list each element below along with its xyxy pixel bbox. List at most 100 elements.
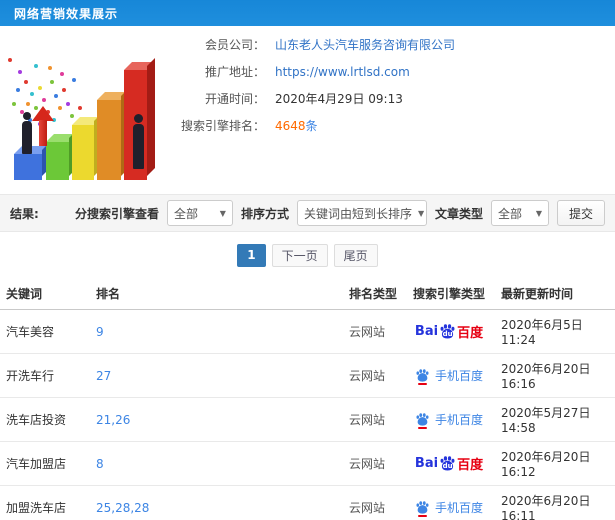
promo-url-link[interactable]: https://www.lrtlsd.com <box>275 65 410 79</box>
sort-value: 关键词由短到长排序 <box>303 206 412 221</box>
rank-cell: 21,26 <box>90 397 343 442</box>
engine-cell: Baidu百度 手机百度 <box>403 485 495 520</box>
header-rank-type: 排名类型 <box>343 278 403 310</box>
bar-yellow <box>72 113 102 180</box>
header-updated: 最新更新时间 <box>495 278 615 310</box>
growth-arrow-icon <box>32 106 54 146</box>
keyword-cell: 开洗车行 <box>0 353 90 398</box>
mobile-baidu-paw-icon <box>415 369 430 385</box>
company-info-section: 会员公司： 山东老人头汽车服务咨询有限公司 推广地址： https://www.… <box>0 26 615 194</box>
promo-url-label: 推广地址： <box>204 65 265 79</box>
baidu-paw-icon: du <box>439 324 456 339</box>
engine-cell: Baidu百度 手机百度 <box>403 441 495 486</box>
baidu-du-text: du <box>442 330 453 338</box>
keyword-cell: 汽车美容 <box>0 309 90 354</box>
baidu-logo: Bai du 百度 <box>414 456 484 473</box>
updated-cell: 2020年6月20日 16:16 <box>495 353 615 398</box>
engine-rank-value: 4648条 <box>275 117 318 134</box>
next-page-button[interactable]: 下一页 <box>271 243 328 267</box>
mobile-baidu-logo: 手机百度 <box>415 367 483 385</box>
last-page-button[interactable]: 尾页 <box>333 243 378 267</box>
chevron-down-icon: ▼ <box>219 208 226 218</box>
bar-blue <box>14 142 50 180</box>
sort-label: 排序方式 <box>240 206 289 221</box>
rank-cell: 25,28,28 <box>90 485 343 520</box>
header-keyword: 关键词 <box>0 278 90 310</box>
engine-filter-value: 全部 <box>173 206 198 221</box>
updated-cell: 2020年6月20日 16:12 <box>495 441 615 486</box>
rank-link[interactable]: 9 <box>96 325 104 339</box>
engine-cell: Baidu百度 手机百度 <box>403 353 495 398</box>
businessman-figure-right <box>130 114 147 170</box>
member-company-label: 会员公司： <box>204 38 265 52</box>
rank-link[interactable]: 8 <box>96 457 104 471</box>
chevron-down-icon: ▼ <box>535 208 542 218</box>
bar-orange <box>97 88 129 180</box>
open-time-label: 开通时间： <box>204 92 265 106</box>
header-rank: 排名 <box>90 278 343 310</box>
updated-cell: 2020年6月5日 11:24 <box>495 309 615 354</box>
pagination: 1 下一页 尾页 <box>0 232 615 278</box>
rank-count: 4648 <box>275 119 306 133</box>
rank-cell: 9 <box>90 309 343 354</box>
info-row-open-time: 开通时间： 2020年4月29日 09:13 <box>160 90 610 107</box>
app-header: 网络营销效果展示 <box>0 0 615 26</box>
baidu-bai-text: Bai <box>414 324 439 339</box>
table-row: 加盟洗车店 25,28,28 云网站 Baidu百度 手机百度 2020年6月2… <box>0 485 615 520</box>
info-row-url: 推广地址： https://www.lrtlsd.com <box>160 63 610 80</box>
chevron-down-icon: ▼ <box>417 208 425 218</box>
baidu-logo: Bai du 百度 <box>415 322 483 341</box>
businessman-figure-left <box>19 112 35 154</box>
confetti-dots <box>8 58 12 62</box>
sort-select[interactable]: 关键词由短到长排序 ▼ <box>296 200 427 226</box>
mobile-baidu-paw-icon <box>415 501 430 517</box>
table-row: 汽车美容 9 云网站 Baidu百度 手机百度 2020年6月5日 11:24 <box>0 309 615 354</box>
info-row-member: 会员公司： 山东老人头汽车服务咨询有限公司 <box>160 36 610 53</box>
filter-bar: 结果: 分搜索引擎查看 全部 ▼ 排序方式 关键词由短到长排序 ▼ 文章类型 全… <box>0 194 615 232</box>
keyword-cell: 加盟洗车店 <box>0 485 90 520</box>
mobile-baidu-logo: 手机百度 <box>415 411 483 429</box>
mobile-baidu-logo: 手机百度 <box>415 499 483 517</box>
rank-cell: 27 <box>90 353 343 398</box>
mobile-baidu-paw-icon <box>415 413 430 429</box>
updated-cell: 2020年5月27日 14:58 <box>495 397 615 442</box>
company-info-list: 会员公司： 山东老人头汽车服务咨询有限公司 推广地址： https://www.… <box>160 36 610 144</box>
submit-button[interactable]: 提交 <box>556 200 605 226</box>
engine-filter-label: 分搜索引擎查看 <box>74 206 159 221</box>
rank-type-cell: 云网站 <box>343 309 403 354</box>
engine-cell: Baidu百度 手机百度 <box>403 397 495 442</box>
table-row: 洗车店投资 21,26 云网站 Baidu百度 手机百度 2020年5月27日 … <box>0 397 615 442</box>
results-table: 关键词 排名 排名类型 搜索引擎类型 最新更新时间 汽车美容 9 云网站 Bai… <box>0 278 615 520</box>
open-time-value: 2020年4月29日 09:13 <box>275 92 403 106</box>
article-type-label: 文章类型 <box>434 206 483 221</box>
table-row: 开洗车行 27 云网站 Baidu百度 手机百度 2020年6月20日 16:1… <box>0 353 615 398</box>
keyword-cell: 汽车加盟店 <box>0 441 90 486</box>
filter-controls: 分搜索引擎查看 全部 ▼ 排序方式 关键词由短到长排序 ▼ 文章类型 全部 ▼ … <box>75 200 605 226</box>
rank-type-cell: 云网站 <box>343 441 403 486</box>
keyword-cell: 洗车店投资 <box>0 397 90 442</box>
bar-green <box>46 130 77 180</box>
bar-chart-illustration <box>2 30 158 188</box>
page-button-current[interactable]: 1 <box>237 243 266 267</box>
rank-unit: 条 <box>305 119 318 133</box>
updated-cell: 2020年6月20日 16:11 <box>495 485 615 520</box>
member-company-link[interactable]: 山东老人头汽车服务咨询有限公司 <box>275 36 455 53</box>
article-type-select[interactable]: 全部 ▼ <box>490 200 549 226</box>
rank-link[interactable]: 21,26 <box>96 413 130 427</box>
article-type-value: 全部 <box>497 206 522 221</box>
rank-link[interactable]: 27 <box>96 369 111 383</box>
engine-cell: Baidu百度 手机百度 <box>403 309 495 354</box>
table-header-row: 关键词 排名 排名类型 搜索引擎类型 最新更新时间 <box>0 278 615 310</box>
baidu-cn-text: 百度 <box>457 326 484 341</box>
rank-type-cell: 云网站 <box>343 353 403 398</box>
rank-link[interactable]: 25,28,28 <box>96 501 149 515</box>
engine-rank-label: 搜索引擎排名： <box>180 119 265 133</box>
rank-type-cell: 云网站 <box>343 485 403 520</box>
rank-cell: 8 <box>90 441 343 486</box>
rank-type-cell: 云网站 <box>343 397 403 442</box>
info-row-engine-rank: 搜索引擎排名： 4648条 <box>160 117 610 134</box>
header-engine-type: 搜索引擎类型 <box>403 278 495 310</box>
engine-filter-select[interactable]: 全部 ▼ <box>166 200 233 226</box>
result-label: 结果: <box>10 206 39 221</box>
page-title: 网络营销效果展示 <box>14 6 119 21</box>
